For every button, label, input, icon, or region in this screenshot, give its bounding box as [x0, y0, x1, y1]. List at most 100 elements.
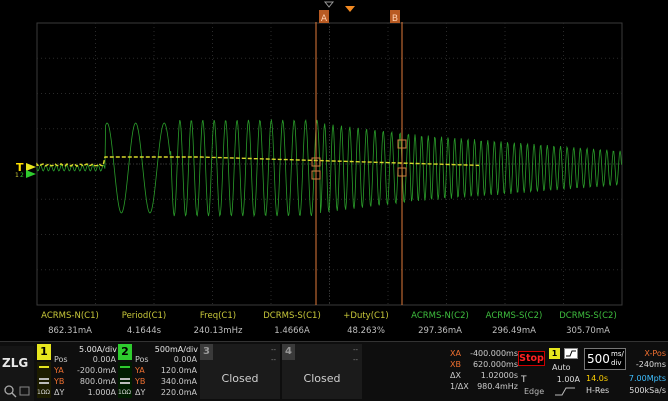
- channel-2-dy-label: ΔY: [135, 388, 146, 397]
- measurement-label: Period(C1): [121, 311, 167, 321]
- measurement-item[interactable]: ACRMS-S(C2) 296.49mA: [477, 309, 551, 337]
- oscilloscope-screen: A B T 1 2 ACRMS-N(C1) 862.31mA Period(C1) 4…: [0, 0, 668, 401]
- measurement-item[interactable]: ACRMS-N(C2) 297.36mA: [403, 309, 477, 337]
- timebase-scale-unit-top: ms/: [611, 350, 624, 358]
- channel-2-ya-label: YA: [135, 366, 145, 375]
- measurement-label: ACRMS-S(C2): [485, 311, 543, 321]
- measurement-row: ACRMS-N(C1) 862.31mA Period(C1) 4.1644s Freq…: [33, 309, 623, 337]
- channel-2-scale[interactable]: 500mA/div: [155, 345, 198, 354]
- trigger-panel[interactable]: 1 Auto T 1.00A Edge: [518, 346, 582, 400]
- measurement-item[interactable]: +Duty(C1) 48.263%: [329, 309, 403, 337]
- measurement-value: 305.70mA: [566, 326, 610, 336]
- measurement-item[interactable]: DCRMS-S(C2) 305.70mA: [551, 309, 625, 337]
- dx-label: ΔX: [450, 371, 461, 380]
- trigger-level-value[interactable]: 1.00A: [557, 375, 580, 384]
- channel-4-panel[interactable]: 4 -- -- Closed: [282, 344, 362, 399]
- channel-2-number[interactable]: 2: [118, 344, 132, 360]
- timebase-scale-box[interactable]: 500 ms/ div: [584, 348, 626, 370]
- xa-label: XA: [450, 349, 461, 358]
- sample-rate: 500kSa/s: [629, 386, 666, 395]
- measurement-label: ACRMS-N(C1): [41, 311, 99, 321]
- zoom-search-icon[interactable]: [3, 384, 31, 398]
- cursor-readout-panel[interactable]: XA -400.000ms XB 620.000ms ΔX 1.02000s 1/ΔX…: [448, 346, 518, 400]
- measurement-item[interactable]: Period(C1) 4.1644s: [107, 309, 181, 337]
- inv-dx-value: 980.4mHz: [477, 382, 518, 391]
- edge-slope-icon: [555, 387, 575, 396]
- channel-2-dy-value: 220.0mA: [160, 388, 197, 397]
- channel-4-status: Closed: [303, 372, 341, 385]
- memory-depth: 7.00Mpts: [628, 374, 666, 383]
- channel-2-offset-icon[interactable]: [26, 170, 36, 178]
- channel-1-marker-label: 1: [15, 172, 19, 179]
- channel-4-dash-2: --: [352, 356, 358, 364]
- record-length: 14.0s: [586, 374, 608, 383]
- xpos-label: X-Pos: [644, 349, 666, 358]
- measurement-value: 296.49mA: [492, 326, 536, 336]
- channel-2-yb-value: 340.0mA: [160, 377, 197, 386]
- channel-1-side-icons: 1ΩΩ: [37, 362, 51, 398]
- trigger-edge-icon: [564, 348, 578, 359]
- channel-2-marker-label: 2: [20, 172, 24, 179]
- measurement-value: 240.13mHz: [193, 326, 243, 336]
- channel-1-pos-value[interactable]: 0.00A: [93, 355, 116, 364]
- measurement-label: DCRMS-S(C1): [263, 311, 321, 321]
- measurement-label: DCRMS-S(C2): [559, 311, 617, 321]
- trigger-mode[interactable]: Auto: [552, 363, 571, 372]
- measurement-value: 297.36mA: [418, 326, 462, 336]
- trigger-edge-label: Edge: [524, 387, 545, 396]
- measurement-label: Freq(C1): [199, 311, 237, 321]
- dx-value: 1.02000s: [480, 371, 518, 380]
- channel-1-panel[interactable]: 1 1ΩΩ 5.00A/div Pos 0.00A YA -200.0mA YB 80…: [37, 344, 117, 399]
- channel-1-ya-label: YA: [54, 366, 64, 375]
- channel-4-number[interactable]: 4: [282, 344, 295, 360]
- cursor-a-label: A: [321, 14, 328, 24]
- measurement-value: 862.31mA: [48, 326, 92, 336]
- trigger-type-label: T: [521, 375, 527, 385]
- graticule-grid: [36, 22, 623, 306]
- channel-2-pos-value[interactable]: 0.00A: [174, 355, 197, 364]
- xb-value: 620.000ms: [472, 360, 518, 369]
- timebase-panel[interactable]: 500 ms/ div X-Pos -240ms 14.0s 7.00Mpts …: [584, 346, 668, 400]
- level-markers: T 1 2: [15, 161, 36, 179]
- channel-4-dash-1: --: [352, 346, 358, 354]
- xpos-value[interactable]: -240ms: [636, 360, 666, 369]
- channel-1-yb-label: YB: [54, 377, 65, 386]
- trigger-source[interactable]: 1: [549, 348, 560, 359]
- measurement-item[interactable]: DCRMS-S(C1) 1.4666A: [255, 309, 329, 337]
- inv-dx-label: 1/ΔX: [450, 382, 469, 391]
- measurement-value: 4.1644s: [126, 326, 162, 336]
- channel-2-side-icons: 1ΩΩ: [118, 362, 132, 398]
- channel-1-number[interactable]: 1: [37, 344, 51, 360]
- xa-value: -400.000ms: [470, 349, 518, 358]
- channel-2-coupling: 1ΩΩ: [118, 389, 131, 396]
- cursor-b-label: B: [392, 14, 398, 24]
- measurement-item[interactable]: ACRMS-N(C1) 862.31mA: [33, 309, 107, 337]
- channel-1-coupling: 1ΩΩ: [37, 389, 50, 396]
- channel-3-dash-1: --: [270, 346, 276, 354]
- channel-3-dash-2: --: [270, 356, 276, 364]
- trigger-position-icon[interactable]: [345, 6, 355, 12]
- channel-3-status: Closed: [221, 372, 259, 385]
- measurement-value: 48.263%: [347, 326, 385, 336]
- channel-3-panel[interactable]: 3 -- -- Closed: [200, 344, 280, 399]
- channel-1-yb-value: 800.0mA: [79, 377, 116, 386]
- timebase-scale-unit-bottom: div: [611, 359, 622, 367]
- time-reference-icon: [323, 1, 335, 8]
- channel-2-panel[interactable]: 2 1ΩΩ 500mA/div Pos 0.00A YA 120.0mA YB 340…: [118, 344, 198, 399]
- channel-2-pos-label: Pos: [135, 355, 149, 364]
- channel-2-yb-label: YB: [135, 377, 146, 386]
- acquisition-mode[interactable]: H-Res: [586, 386, 609, 395]
- channel-2-ya-value: 120.0mA: [160, 366, 197, 375]
- channel-1-offset-icon[interactable]: [26, 163, 36, 171]
- channel-1-dy-label: ΔY: [54, 388, 65, 397]
- measurement-value: 1.4666A: [274, 326, 310, 336]
- channel-1-ya-value: -200.0mA: [76, 366, 116, 375]
- channel-1-scale[interactable]: 5.00A/div: [79, 345, 117, 354]
- channel-1-dy-value: 1.000A: [87, 388, 116, 397]
- channel-3-number[interactable]: 3: [200, 344, 213, 360]
- timebase-scale-value: 500: [587, 352, 610, 366]
- measurement-label: ACRMS-N(C2): [411, 311, 469, 321]
- logo-panel: ZLG: [0, 346, 34, 401]
- measurement-item[interactable]: Freq(C1) 240.13mHz: [181, 309, 255, 337]
- xb-label: XB: [450, 360, 461, 369]
